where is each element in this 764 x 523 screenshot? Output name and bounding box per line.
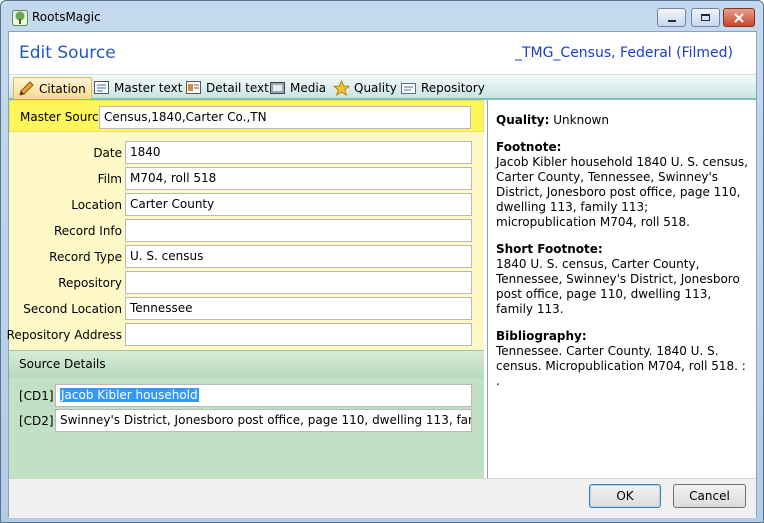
cd1-selected-text: Jacob Kibler household	[60, 388, 199, 402]
dialog-body: Edit Source _TMG_Census, Federal (Filmed…	[6, 31, 757, 518]
edit-source-window: RootsMagic Edit Source _TMG_Census, Fede…	[0, 0, 764, 523]
short-footnote-block: Short Footnote: 1840 U. S. census, Carter…	[496, 242, 748, 317]
second-location-label: Second Location	[23, 302, 122, 316]
footnote-label: Footnote:	[496, 140, 562, 154]
page-title: Edit Source	[19, 43, 116, 63]
cancel-button[interactable]: Cancel	[673, 484, 746, 508]
tab-label: Media	[290, 81, 327, 95]
cd1-label: [CD1]	[19, 389, 54, 403]
second-location-field[interactable]: Tennessee	[125, 297, 472, 320]
film-label: Film	[97, 172, 122, 186]
bibliography-text: Tennessee. Carter County. 1840 U. S. cen…	[496, 344, 746, 388]
record-info-field[interactable]	[125, 219, 472, 242]
star-icon	[332, 79, 351, 97]
master-text-icon	[93, 80, 110, 96]
detail-text-icon	[185, 80, 202, 96]
footnote-block: Footnote: Jacob Kibler household 1840 U. …	[496, 140, 748, 230]
source-template-name: _TMG_Census, Federal (Filmed)	[514, 45, 733, 61]
short-footnote-label: Short Footnote:	[496, 242, 603, 256]
tab-repository[interactable]: Repository	[396, 77, 490, 99]
window-title: RootsMagic	[32, 10, 101, 24]
tab-label: Master text	[114, 81, 183, 95]
date-label: Date	[93, 146, 122, 160]
ok-label: OK	[616, 489, 634, 503]
record-info-label: Record Info	[54, 224, 122, 238]
cd1-field[interactable]: Jacob Kibler household	[55, 384, 472, 407]
maximize-button[interactable]	[691, 8, 720, 27]
dialog-footer: OK Cancel	[9, 478, 756, 518]
rootsmagic-tree-icon	[12, 10, 28, 26]
repository-field[interactable]	[125, 271, 472, 294]
ok-button[interactable]: OK	[589, 484, 661, 508]
footnote-text: Jacob Kibler household 1840 U. S. census…	[496, 155, 748, 229]
master-source-field[interactable]: Census,1840,Carter Co.,TN	[99, 106, 471, 129]
tab-label: Repository	[421, 81, 485, 95]
quality-line: Quality: Unknown	[496, 113, 748, 128]
tab-master-text[interactable]: Master text	[89, 77, 187, 99]
close-button[interactable]	[723, 8, 755, 27]
citation-preview-panel: Quality: Unknown Footnote: Jacob Kibler h…	[487, 100, 756, 478]
minimize-button[interactable]	[657, 8, 686, 27]
record-type-field[interactable]: U. S. census	[125, 245, 472, 268]
media-icon	[269, 80, 286, 96]
master-source-label: Master Source	[20, 110, 107, 124]
title-bar[interactable]: RootsMagic	[1, 1, 763, 31]
quality-value: Unknown	[549, 113, 609, 127]
tab-label: Citation	[39, 81, 86, 96]
short-footnote-text: 1840 U. S. census, Carter County, Tennes…	[496, 257, 740, 316]
tab-label: Quality	[354, 81, 397, 95]
cd2-label: [CD2]	[19, 414, 54, 428]
date-field[interactable]: 1840	[125, 141, 472, 164]
tab-quality[interactable]: Quality	[329, 77, 402, 99]
dialog-header: Edit Source _TMG_Census, Federal (Filmed…	[9, 32, 756, 74]
cancel-label: Cancel	[689, 489, 730, 503]
tab-citation[interactable]: Citation	[13, 77, 92, 99]
location-label: Location	[71, 198, 122, 212]
bibliography-label: Bibliography:	[496, 329, 587, 343]
close-icon	[734, 12, 744, 23]
tab-detail-text[interactable]: Detail text	[181, 77, 274, 99]
source-details-title: Source Details	[9, 351, 484, 378]
location-field[interactable]: Carter County	[125, 193, 472, 216]
citation-form: Master Source Census,1840,Carter Co.,TN …	[6, 100, 484, 518]
minimize-icon	[667, 19, 676, 22]
tab-label: Detail text	[206, 81, 269, 95]
master-source-row: Master Source Census,1840,Carter Co.,TN	[9, 100, 484, 132]
repository-address-label: Repository Address	[6, 328, 122, 342]
tab-media[interactable]: Media	[265, 77, 331, 99]
film-field[interactable]: M704, roll 518	[125, 167, 472, 190]
record-type-label: Record Type	[49, 250, 122, 264]
pencil-icon	[18, 80, 35, 97]
quality-label: Quality:	[496, 113, 550, 127]
tab-strip: Citation Master text Detail text Media Q…	[9, 74, 756, 100]
maximize-icon	[701, 14, 710, 21]
repository-icon	[400, 80, 417, 96]
bibliography-block: Bibliography: Tennessee. Carter County. 1…	[496, 329, 748, 389]
repository-address-field[interactable]	[125, 323, 472, 346]
cd2-field[interactable]: Swinney's District, Jonesboro post offic…	[55, 409, 472, 432]
repository-label: Repository	[58, 276, 122, 290]
